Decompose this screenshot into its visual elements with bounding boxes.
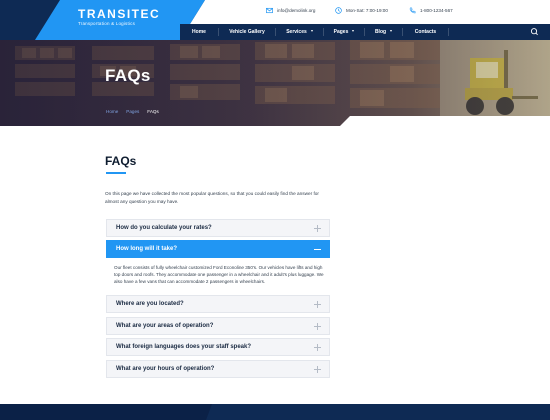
chevron-down-icon — [390, 30, 393, 32]
faq-question: What are your hours of operation? — [116, 366, 215, 372]
intro-text: On this page we have collected the most … — [105, 191, 319, 204]
nav-home-label: Home — [192, 29, 206, 35]
footer — [0, 404, 550, 420]
faq-item-active[interactable]: How long will it take? — [106, 240, 330, 258]
contact-email[interactable]: info@demolink.org — [266, 7, 315, 14]
faq-question: Where are you located? — [116, 301, 184, 307]
contact-bar: info@demolink.org Mon-Sat: 7:00-19:00 1-… — [262, 7, 550, 17]
contact-phone[interactable]: 1-800-1234-567 — [409, 7, 453, 14]
clock-icon — [335, 7, 342, 14]
faq-question: How do you calculate your rates? — [116, 225, 212, 231]
nav-blog[interactable]: Blog — [365, 24, 402, 40]
search-button[interactable] — [520, 24, 550, 40]
nav-pages[interactable]: Pages — [324, 24, 364, 40]
plus-icon — [314, 301, 321, 308]
plus-icon — [314, 344, 321, 351]
main-nav: Home Vehicle Gallery Services Pages Blog… — [180, 24, 550, 40]
nav-vehicle-gallery-label: Vehicle Gallery — [229, 29, 265, 35]
faq-question: What are your areas of operation? — [116, 323, 214, 329]
plus-icon — [314, 323, 321, 330]
nav-contacts[interactable]: Contacts — [403, 24, 448, 40]
faq-item[interactable]: What are your areas of operation? — [106, 317, 330, 335]
faq-item[interactable]: How do you calculate your rates? — [106, 219, 330, 237]
breadcrumb-pages[interactable]: Pages — [126, 109, 139, 114]
page-title: FAQs — [105, 154, 137, 168]
nav-pages-label: Pages — [333, 29, 349, 35]
breadcrumb-home[interactable]: Home — [106, 109, 118, 114]
plus-icon — [314, 366, 321, 373]
faq-item[interactable]: What foreign languages does your staff s… — [106, 338, 330, 356]
hero-title: FAQs — [105, 66, 151, 85]
phone-icon — [409, 7, 416, 14]
nav-services-label: Services — [286, 29, 307, 35]
warehouse-image — [0, 40, 550, 126]
faq-answer: Our fleet consists of fully wheelchair c… — [114, 265, 324, 284]
breadcrumb: Home Pages FAQs — [106, 109, 159, 114]
logo[interactable]: TRANSITEC Transportation & Logistics — [0, 0, 205, 40]
breadcrumb-current: FAQs — [147, 109, 159, 114]
brand-tagline: Transportation & Logistics — [78, 21, 136, 26]
plus-icon — [314, 225, 321, 232]
title-underline — [106, 172, 126, 174]
chevron-down-icon — [352, 30, 355, 32]
nav-home[interactable]: Home — [180, 24, 218, 40]
chevron-down-icon — [310, 30, 313, 32]
nav-blog-label: Blog — [374, 29, 387, 35]
search-icon — [530, 28, 538, 36]
nav-divider — [448, 28, 449, 36]
contact-hours: Mon-Sat: 7:00-19:00 — [335, 7, 388, 14]
nav-services[interactable]: Services — [276, 24, 323, 40]
contact-phone-text: 1-800-1234-567 — [420, 8, 453, 13]
mail-icon — [266, 7, 273, 14]
brand-name: TRANSITEC — [78, 7, 161, 21]
hero-banner — [0, 40, 550, 126]
contact-hours-text: Mon-Sat: 7:00-19:00 — [346, 8, 388, 13]
nav-vehicle-gallery[interactable]: Vehicle Gallery — [219, 24, 275, 40]
faq-item[interactable]: Where are you located? — [106, 295, 330, 313]
faq-question: What foreign languages does your staff s… — [116, 344, 252, 350]
contact-email-text: info@demolink.org — [277, 8, 316, 13]
faq-item[interactable]: What are your hours of operation? — [106, 360, 330, 378]
site-header: TRANSITEC Transportation & Logistics inf… — [0, 0, 550, 40]
nav-contacts-label: Contacts — [414, 29, 437, 35]
minus-icon — [314, 246, 321, 253]
faq-question: How long will it take? — [116, 246, 178, 252]
